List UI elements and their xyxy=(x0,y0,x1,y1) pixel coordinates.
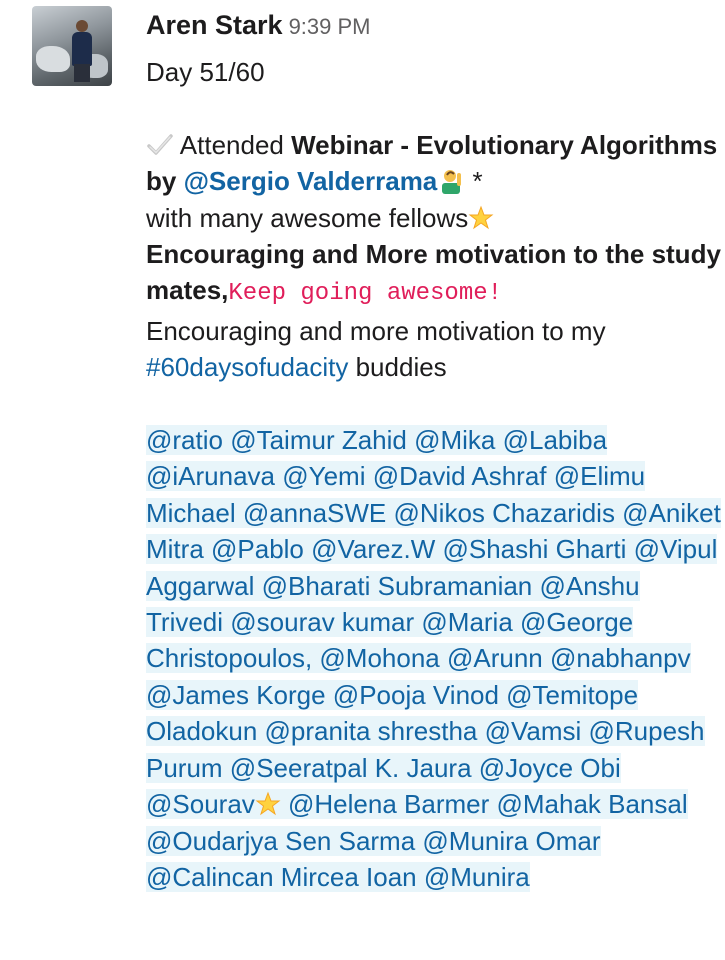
user-avatar[interactable] xyxy=(32,6,112,86)
message-paragraph: Attended Webinar - Evolutionary Algorith… xyxy=(146,127,721,386)
encouraging-text: Encouraging and more motivation to my xyxy=(146,315,606,346)
glowing-star-icon xyxy=(255,791,281,816)
buddies-text: buddies xyxy=(348,352,447,383)
message-body: Day 51/60 Attended Webinar - Evolutionar… xyxy=(146,54,721,895)
mention-star xyxy=(254,789,281,820)
hashtag-link[interactable]: #60daysofudacity xyxy=(146,352,348,382)
check-mark-icon xyxy=(147,134,173,155)
day-counter: Day 51/60 xyxy=(146,57,265,87)
glowing-star-icon xyxy=(468,205,494,229)
inline-code: Keep going awesome! xyxy=(228,280,503,308)
message-timestamp[interactable]: 9:39 PM xyxy=(289,14,371,39)
asterisk-text: * xyxy=(465,166,483,197)
mentions-list: @ratio @Taimur Zahid @Mika @Labiba @iAru… xyxy=(146,422,721,895)
sender-name[interactable]: Aren Stark xyxy=(146,10,283,40)
message-header: Aren Stark 9:39 PM xyxy=(146,10,371,41)
speaker-mention[interactable]: @Sergio Valderrama xyxy=(184,166,438,196)
attended-text: Attended xyxy=(179,129,292,160)
fellows-text: with many awesome fellows xyxy=(146,202,469,233)
mention-links[interactable]: @ratio @Taimur Zahid @Mika @Labiba @iAru… xyxy=(146,425,721,820)
person-raising-hand-icon xyxy=(442,170,462,195)
